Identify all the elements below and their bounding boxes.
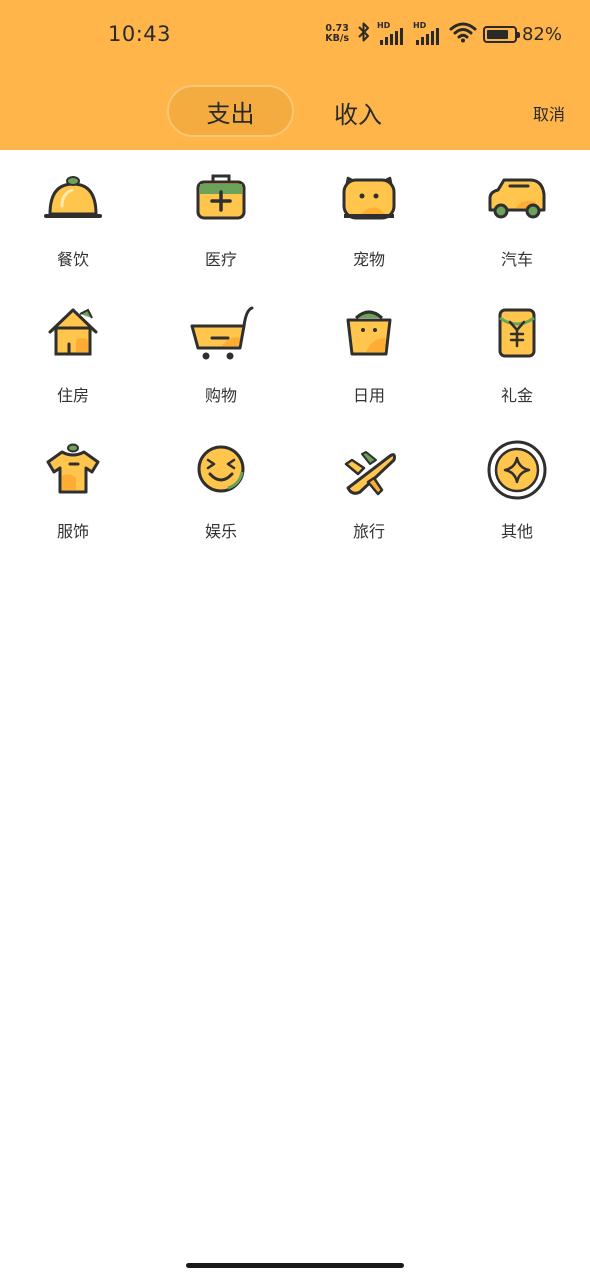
battery-percent: 82% (521, 23, 562, 45)
category-item-food[interactable]: 餐饮 (13, 168, 133, 278)
category-item-entertainment[interactable]: 娱乐 (161, 440, 281, 550)
pet-icon (336, 168, 402, 228)
gift-money-icon (484, 304, 550, 364)
status-bar: 10:43 0.73 KB/s HD HD 82% (0, 0, 590, 70)
category-item-car[interactable]: 汽车 (457, 168, 577, 278)
category-label: 住房 (56, 386, 89, 405)
category-label: 医疗 (204, 250, 237, 269)
battery-indicator: 82% (482, 23, 562, 45)
category-label: 娱乐 (204, 522, 237, 541)
wifi-icon (449, 21, 477, 47)
category-item-daily[interactable]: 日用 (309, 304, 429, 414)
network-speed: 0.73 KB/s (325, 24, 349, 44)
category-item-travel[interactable]: 旅行 (309, 440, 429, 550)
cancel-button[interactable]: 取消 (533, 101, 565, 125)
daily-bag-icon (336, 304, 402, 364)
medical-kit-icon (188, 168, 254, 228)
category-item-housing[interactable]: 住房 (13, 304, 133, 414)
network-speed-unit: KB/s (325, 33, 349, 44)
category-label: 旅行 (352, 522, 385, 541)
battery-icon (482, 25, 520, 43)
category-item-shopping[interactable]: 购物 (161, 304, 281, 414)
category-item-gift-money[interactable]: 礼金 (457, 304, 577, 414)
home-indicator[interactable] (186, 1263, 404, 1268)
signal-strength-icon: HD (377, 22, 407, 46)
top-header: 10:43 0.73 KB/s HD HD 82% 支出 收入 取消 (0, 0, 590, 150)
shopping-cart-icon (188, 304, 254, 364)
tab-income-label: 收入 (334, 101, 382, 129)
status-time: 10:43 (108, 22, 172, 46)
category-item-pet[interactable]: 宠物 (309, 168, 429, 278)
other-star-icon (484, 440, 550, 500)
signal-strength-icon: HD (413, 22, 443, 46)
tab-income[interactable]: 收入 (334, 95, 382, 130)
tab-expense-label: 支出 (206, 99, 255, 128)
category-label: 宠物 (352, 250, 385, 269)
category-label: 日用 (352, 386, 385, 405)
category-label: 餐饮 (56, 250, 89, 269)
category-label: 汽车 (500, 250, 533, 269)
clothing-icon (40, 440, 106, 500)
category-label: 礼金 (500, 386, 533, 405)
food-cloche-icon (40, 168, 106, 228)
car-icon (484, 168, 550, 228)
category-item-other[interactable]: 其他 (457, 440, 577, 550)
house-icon (40, 304, 106, 364)
category-label: 服饰 (56, 522, 89, 541)
category-item-clothing[interactable]: 服饰 (13, 440, 133, 550)
category-label: 其他 (500, 522, 533, 541)
status-icons: 0.73 KB/s HD HD 82% (325, 20, 562, 48)
entertainment-face-icon (188, 440, 254, 500)
category-label: 购物 (204, 386, 237, 405)
tab-expense[interactable]: 支出 (167, 85, 294, 137)
category-item-medical[interactable]: 医疗 (161, 168, 281, 278)
airplane-icon (336, 440, 402, 500)
bluetooth-icon (357, 21, 371, 47)
